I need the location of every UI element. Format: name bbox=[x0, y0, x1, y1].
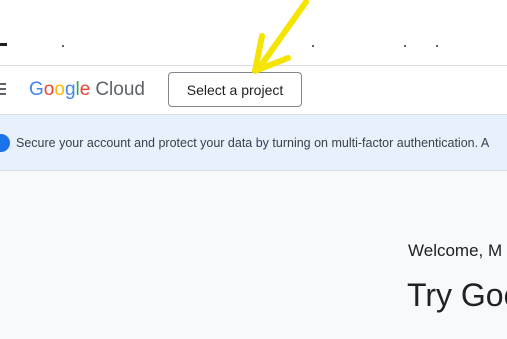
hamburger-menu-icon[interactable] bbox=[0, 83, 6, 97]
logo-letter: o bbox=[54, 79, 65, 100]
info-icon bbox=[0, 134, 10, 152]
logo-google-text: Google bbox=[29, 79, 90, 100]
partial-glyph bbox=[312, 45, 314, 47]
logo-letter: G bbox=[29, 79, 44, 100]
mfa-banner: Secure your account and protect your dat… bbox=[0, 115, 507, 171]
select-project-button[interactable]: Select a project bbox=[168, 72, 302, 107]
banner-message: Secure your account and protect your dat… bbox=[16, 136, 490, 150]
try-headline: Try Goo bbox=[407, 277, 507, 313]
partial-glyph bbox=[62, 45, 64, 47]
partial-glyph bbox=[0, 43, 7, 46]
logo-letter: g bbox=[64, 79, 76, 100]
logo-letter: o bbox=[43, 79, 55, 100]
partial-glyph bbox=[404, 45, 406, 47]
logo-cloud-text: Cloud bbox=[95, 79, 145, 100]
logo-letter: e bbox=[79, 79, 91, 100]
welcome-text: Welcome, M bbox=[408, 241, 503, 260]
google-cloud-logo[interactable]: Google Cloud bbox=[29, 78, 145, 102]
partial-top-bar bbox=[0, 0, 507, 66]
partial-glyph bbox=[436, 45, 438, 47]
console-header: Google Cloud Select a project bbox=[0, 66, 507, 115]
